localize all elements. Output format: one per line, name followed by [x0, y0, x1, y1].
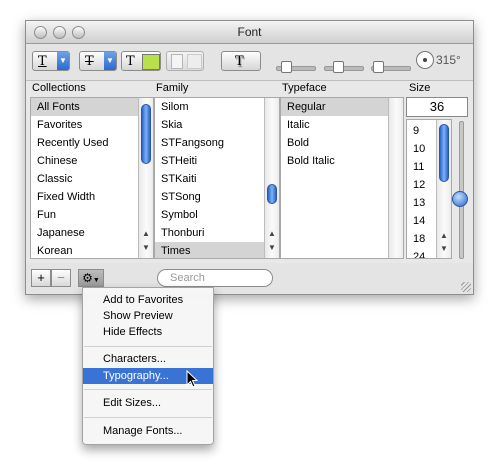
scroll-up-icon[interactable]: ▲	[268, 229, 276, 238]
toolbar: T ▼ T ▼ T T 315°	[26, 44, 473, 81]
chevron-down-icon: ▼	[104, 52, 116, 70]
strikethrough-icon: T	[85, 54, 94, 69]
typeface-list[interactable]: Regular Italic Bold Bold Italic	[280, 97, 404, 259]
size-slider-track[interactable]	[459, 121, 464, 259]
scroll-up-icon[interactable]: ▲	[142, 229, 150, 238]
menu-separator	[84, 346, 212, 347]
mouse-pointer-icon	[186, 370, 199, 388]
list-item[interactable]: STFangsong	[155, 134, 224, 152]
scroll-down-icon[interactable]: ▼	[142, 243, 150, 252]
shadow-icon: T	[235, 54, 244, 69]
strikethrough-popup[interactable]: T ▼	[79, 51, 117, 71]
text-color-button[interactable]: T	[121, 51, 161, 71]
list-item[interactable]: Favorites	[31, 116, 82, 134]
menu-item-show-preview[interactable]: Show Preview	[83, 308, 213, 324]
list-item[interactable]: Skia	[155, 116, 182, 134]
document-swatch	[187, 54, 202, 69]
menu-item-manage-fonts[interactable]: Manage Fonts...	[83, 423, 213, 439]
list-item[interactable]: Regular	[281, 98, 389, 116]
chevron-down-icon: ▼	[92, 277, 100, 284]
size-field[interactable]: 36	[406, 97, 468, 117]
list-item[interactable]: 14	[407, 212, 425, 230]
typeface-scrollbar[interactable]	[388, 98, 403, 258]
list-item[interactable]: Silom	[155, 98, 189, 116]
list-item[interactable]: 13	[407, 194, 425, 212]
list-item[interactable]: 24	[407, 248, 425, 258]
scroll-thumb[interactable]	[141, 104, 151, 164]
scroll-thumb[interactable]	[267, 184, 277, 204]
list-item[interactable]: 12	[407, 176, 425, 194]
add-collection-button[interactable]: +	[31, 269, 51, 287]
list-item[interactable]: Korean	[31, 242, 72, 258]
scroll-down-icon[interactable]: ▼	[268, 243, 276, 252]
menu-separator	[84, 417, 212, 418]
list-item[interactable]: Recently Used	[31, 134, 109, 152]
list-item[interactable]: All Fonts	[31, 98, 139, 116]
collections-header: Collections	[32, 82, 86, 94]
list-item[interactable]: STSong	[155, 188, 201, 206]
title-bar[interactable]: Font	[26, 21, 473, 44]
menu-item-characters[interactable]: Characters...	[83, 351, 213, 367]
font-window: Font T ▼ T ▼ T T 315° Collections Family…	[25, 20, 474, 295]
shadow-button[interactable]: T	[221, 51, 261, 71]
chevron-down-icon: ▼	[57, 52, 69, 70]
list-item[interactable]: Fun	[31, 206, 56, 224]
list-item[interactable]: 11	[407, 158, 424, 176]
window-title: Font	[237, 25, 262, 39]
list-item[interactable]: Fixed Width	[31, 188, 95, 206]
list-item[interactable]: Italic	[281, 116, 310, 134]
slider-knob[interactable]	[281, 61, 292, 73]
shadow-blur-slider[interactable]	[324, 66, 364, 71]
list-item[interactable]: Symbol	[155, 206, 198, 224]
list-item[interactable]: Thonburi	[155, 224, 204, 242]
shadow-angle-dial[interactable]	[416, 51, 434, 69]
list-item[interactable]: 18	[407, 230, 425, 248]
scroll-thumb[interactable]	[439, 124, 449, 182]
collections-list[interactable]: All Fonts Favorites Recently Used Chines…	[30, 97, 154, 259]
list-item[interactable]: STKaiti	[155, 170, 196, 188]
action-menu-button[interactable]: ⚙▼	[78, 269, 104, 287]
resize-handle[interactable]	[461, 282, 471, 292]
slider-knob[interactable]	[373, 61, 384, 73]
underline-icon: T	[38, 54, 47, 69]
family-header: Family	[156, 82, 189, 94]
collections-scrollbar[interactable]: ▲ ▼	[138, 98, 153, 258]
list-item[interactable]: 9	[407, 122, 419, 140]
typeface-header: Typeface	[282, 82, 327, 94]
list-item[interactable]: Japanese	[31, 224, 85, 242]
scroll-up-icon[interactable]: ▲	[440, 231, 448, 240]
document-icon	[171, 54, 183, 69]
text-color-icon: T	[126, 54, 135, 69]
scroll-down-icon[interactable]: ▼	[440, 244, 448, 253]
size-list[interactable]: 9 10 11 12 13 14 18 24 ▲ ▼	[406, 119, 452, 259]
action-menu: Add to Favorites Show Preview Hide Effec…	[82, 287, 214, 445]
list-item[interactable]: Times	[155, 242, 264, 258]
list-item[interactable]: Classic	[31, 170, 72, 188]
gear-icon: ⚙	[82, 271, 93, 285]
document-color-button[interactable]	[166, 51, 204, 71]
list-item[interactable]: Bold	[281, 134, 309, 152]
list-item[interactable]: STHeiti	[155, 152, 197, 170]
color-swatch	[142, 54, 160, 70]
family-list[interactable]: Silom Skia STFangsong STHeiti STKaiti ST…	[154, 97, 280, 259]
list-item[interactable]: 10	[407, 140, 425, 158]
search-input[interactable]: Search	[157, 269, 273, 287]
menu-item-edit-sizes[interactable]: Edit Sizes...	[83, 395, 213, 411]
list-item[interactable]: Chinese	[31, 152, 77, 170]
family-scrollbar[interactable]: ▲ ▼	[264, 98, 279, 258]
underline-popup[interactable]: T ▼	[32, 51, 70, 71]
menu-item-add-to-favorites[interactable]: Add to Favorites	[83, 292, 213, 308]
remove-collection-button[interactable]: −	[51, 269, 71, 287]
size-slider-knob[interactable]	[452, 191, 468, 207]
rotation-value: 315°	[436, 53, 461, 67]
size-header: Size	[409, 82, 431, 94]
list-item[interactable]: Bold Italic	[281, 152, 335, 170]
size-scrollbar[interactable]: ▲ ▼	[436, 120, 451, 258]
menu-item-hide-effects[interactable]: Hide Effects	[83, 324, 213, 340]
slider-knob[interactable]	[333, 61, 344, 73]
